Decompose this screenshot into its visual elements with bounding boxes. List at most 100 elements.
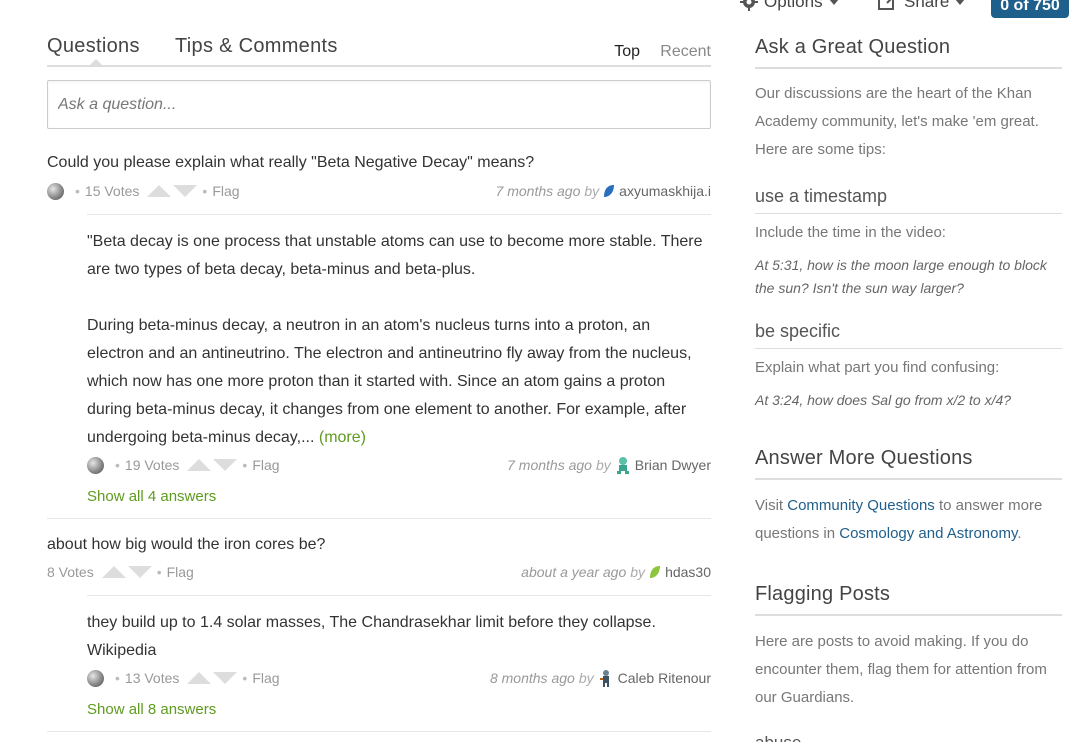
- answer-text: During beta-minus decay, a neutron in an…: [87, 317, 692, 446]
- ask-question-box: [47, 80, 711, 129]
- downvote-icon[interactable]: [173, 185, 198, 197]
- share-icon: [878, 0, 898, 11]
- by-label: by: [595, 457, 611, 473]
- more-link[interactable]: (more): [319, 429, 366, 446]
- robot-avatar-icon: [615, 456, 631, 474]
- answer-paragraph: "Beta decay is one process that unstable…: [87, 233, 703, 278]
- show-all-answers-link[interactable]: Show all 4 answers: [87, 488, 216, 505]
- answer-body: they build up to 1.4 solar masses, The C…: [87, 609, 707, 665]
- tab-questions[interactable]: Questions: [47, 35, 140, 58]
- answer-more-text: Visit Community Questions to answer more…: [755, 492, 1062, 548]
- answer-meta: • 19 Votes • Flag 7 months ago by Brian …: [87, 455, 711, 475]
- ask-question-input[interactable]: [48, 81, 710, 128]
- upvote-icon[interactable]: [101, 566, 126, 578]
- question-title[interactable]: about how big would the iron cores be?: [47, 536, 325, 554]
- post-attribution: 7 months ago by axyumaskhija.i: [496, 183, 711, 199]
- separator-dot: •: [242, 670, 248, 686]
- vote-arrows: [147, 185, 198, 197]
- upvote-icon[interactable]: [147, 185, 172, 197]
- separator-dot: •: [115, 670, 120, 686]
- leaf-avatar-icon: [603, 184, 615, 198]
- author-link[interactable]: Brian Dwyer: [635, 457, 711, 473]
- tip-specific-heading: be specific: [755, 321, 1062, 349]
- ask-intro-text: Our discussions are the heart of the Kha…: [755, 85, 1039, 158]
- divider: [47, 518, 711, 519]
- by-label: by: [630, 564, 646, 580]
- vote-arrows: [101, 566, 152, 578]
- avatar[interactable]: [47, 182, 64, 200]
- divider: [87, 595, 711, 596]
- tip-timestamp-text: Include the time in the video:: [755, 224, 946, 241]
- upvote-icon[interactable]: [187, 459, 212, 471]
- leaf-avatar-icon: [649, 565, 661, 579]
- tab-tips-comments[interactable]: Tips & Comments: [175, 35, 338, 58]
- author-link[interactable]: hdas30: [665, 564, 711, 580]
- tip-timestamp-heading: use a timestamp: [755, 186, 1062, 214]
- author-link[interactable]: Caleb Ritenour: [618, 670, 711, 686]
- flag-link[interactable]: Flag: [167, 564, 194, 580]
- energy-points-badge[interactable]: 0 of 750: [991, 0, 1069, 18]
- avatar[interactable]: [87, 456, 104, 474]
- tip-specific-example: At 3:24, how does Sal go from x/2 to x/4…: [755, 392, 1012, 408]
- question-title[interactable]: Could you please explain what really "Be…: [47, 154, 534, 172]
- downvote-icon[interactable]: [127, 566, 152, 578]
- divider: [47, 731, 711, 732]
- upvote-icon[interactable]: [187, 672, 212, 684]
- vote-count: 13 Votes: [124, 670, 180, 686]
- vote-count: 19 Votes: [124, 457, 180, 473]
- avatar[interactable]: [87, 669, 104, 687]
- chevron-down-icon: [955, 0, 965, 6]
- gear-icon: [740, 0, 758, 11]
- share-menu[interactable]: Share: [878, 0, 965, 12]
- answer-more-pre: Visit: [755, 497, 788, 514]
- top-toolbar: Options Share 0 of 750: [0, 0, 1076, 18]
- flag-link[interactable]: Flag: [212, 183, 239, 199]
- answer-more-post: .: [1017, 525, 1022, 542]
- post-attribution: about a year ago by hdas30: [521, 564, 711, 580]
- post-time: 7 months ago: [495, 183, 581, 199]
- vote-arrows: [187, 459, 238, 471]
- answer-meta: • 13 Votes • Flag 8 months ago by Caleb …: [87, 668, 711, 688]
- separator-dot: •: [115, 457, 120, 473]
- downvote-icon[interactable]: [213, 459, 238, 471]
- question-meta: • 15 Votes • Flag 7 months ago by axyuma…: [47, 181, 711, 201]
- question-meta: 8 Votes • Flag about a year ago by hdas3…: [47, 562, 711, 582]
- tip-specific-text: Explain what part you find confusing:: [755, 359, 1000, 376]
- post-time: about a year ago: [521, 564, 627, 580]
- community-questions-link[interactable]: Community Questions: [787, 497, 935, 514]
- sort-top[interactable]: Top: [614, 43, 640, 61]
- post-time: 8 months ago: [489, 670, 575, 686]
- options-label: Options: [764, 0, 823, 11]
- discussion-tabs: Questions Tips & Comments Top Recent: [47, 35, 711, 67]
- post-attribution: 7 months ago by Brian Dwyer: [507, 456, 711, 474]
- separator-dot: •: [75, 183, 80, 199]
- answer-more-heading: Answer More Questions: [755, 447, 1062, 480]
- answer-paragraph: they build up to 1.4 solar masses, The C…: [87, 614, 656, 659]
- abuse-heading: abuse: [755, 733, 1062, 742]
- flag-link[interactable]: Flag: [252, 457, 279, 473]
- chevron-down-icon: [829, 0, 839, 6]
- separator-dot: •: [202, 183, 208, 199]
- flagging-posts-heading: Flagging Posts: [755, 583, 1062, 616]
- vote-count: 8 Votes: [47, 564, 94, 580]
- vote-arrows: [187, 672, 238, 684]
- flag-link[interactable]: Flag: [252, 670, 279, 686]
- sort-recent[interactable]: Recent: [660, 43, 711, 61]
- answer-body: "Beta decay is one process that unstable…: [87, 228, 707, 452]
- separator-dot: •: [242, 457, 248, 473]
- downvote-icon[interactable]: [213, 672, 238, 684]
- ask-great-question-heading: Ask a Great Question: [755, 36, 1062, 69]
- show-all-answers-link[interactable]: Show all 8 answers: [87, 701, 216, 718]
- divider: [87, 214, 711, 215]
- share-label: Share: [904, 0, 950, 11]
- cosmology-astronomy-link[interactable]: Cosmology and Astronomy: [839, 525, 1017, 542]
- separator-dot: •: [156, 564, 162, 580]
- figure-avatar-icon: [598, 669, 614, 687]
- vote-count: 15 Votes: [84, 183, 140, 199]
- options-menu[interactable]: Options: [740, 0, 839, 12]
- active-tab-pointer: [88, 59, 104, 67]
- by-label: by: [578, 670, 594, 686]
- flagging-posts-text: Here are posts to avoid making. If you d…: [755, 633, 1047, 706]
- author-link[interactable]: axyumaskhija.i: [619, 183, 711, 199]
- by-label: by: [584, 183, 600, 199]
